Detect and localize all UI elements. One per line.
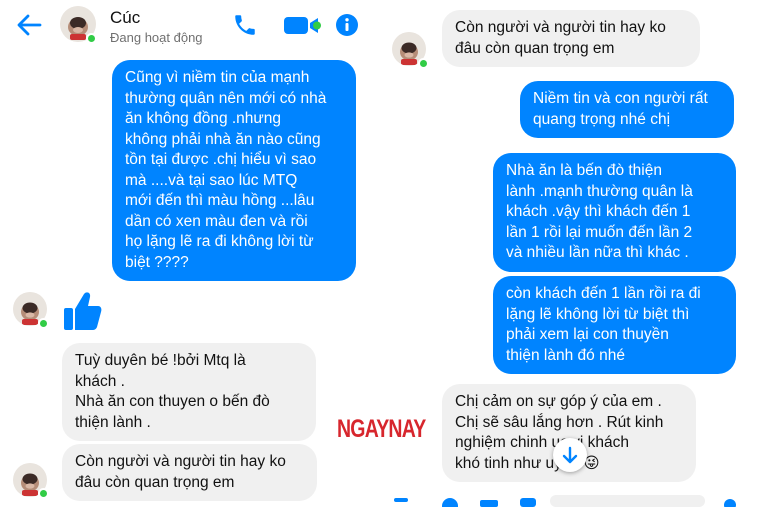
incoming-message[interactable]: Còn người và người tin hay ko đâu còn qu…	[442, 10, 700, 67]
composer-bar	[380, 492, 760, 507]
info-icon[interactable]	[335, 12, 359, 38]
scroll-to-bottom-button[interactable]	[553, 438, 587, 472]
online-indicator	[38, 488, 49, 499]
arrow-down-icon	[562, 446, 578, 464]
phone-icon[interactable]	[232, 12, 258, 38]
contact-name[interactable]: Cúc	[110, 8, 140, 28]
back-arrow-icon[interactable]	[14, 10, 44, 40]
watermark-logo: NGAYNAY	[337, 415, 426, 443]
right-chat-screenshot: Còn người và người tin hay ko đâu còn qu…	[380, 0, 760, 507]
outgoing-message[interactable]: Cũng vì niềm tin của mạnh thường quân nê…	[112, 60, 356, 281]
outgoing-message[interactable]: còn khách đến 1 lần rồi ra đi lặng lẽ kh…	[493, 276, 736, 374]
incoming-message[interactable]: Còn người và người tin hay ko đâu còn qu…	[62, 444, 317, 501]
incoming-message[interactable]: Tuỳ duyên bé !bởi Mtq là khách . Nhà ăn …	[62, 343, 316, 441]
outgoing-message[interactable]: Niềm tin và con người rất quang trọng nh…	[520, 81, 734, 138]
outgoing-message[interactable]: Nhà ăn là bến đò thiện lành .mạnh thường…	[493, 153, 736, 272]
thumbs-up-icon[interactable]	[62, 290, 102, 332]
online-indicator	[418, 58, 429, 69]
video-call-icon[interactable]	[282, 12, 322, 38]
chat-header: Cúc Đang hoạt động	[0, 0, 380, 50]
online-indicator	[38, 318, 49, 329]
left-chat-screenshot: Cúc Đang hoạt động Cũng vì niềm tin của …	[0, 0, 380, 507]
composer-icons	[394, 495, 736, 507]
online-indicator	[86, 33, 97, 44]
contact-status: Đang hoạt động	[110, 30, 203, 45]
